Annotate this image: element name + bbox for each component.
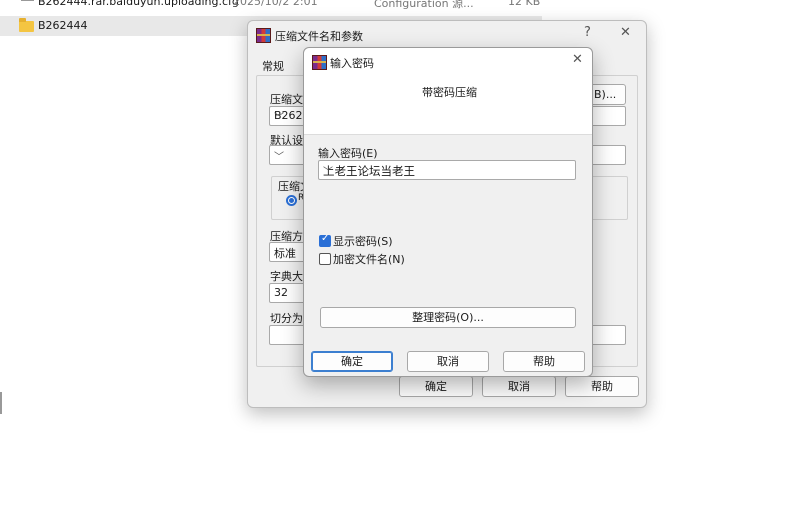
dict-value: 32 [274,286,288,299]
password-help-button[interactable]: 帮助 [503,351,585,372]
enter-password-label: 输入密码(E) [318,147,378,160]
password-dialog-titlebar[interactable]: 输入密码 ✕ [304,48,592,76]
file-size: 12 KB [508,0,541,8]
password-heading: 带密码压缩 [422,86,477,99]
chevron-down-icon[interactable]: ﹀ [323,163,571,178]
password-dialog: 输入密码 ✕ 带密码压缩 输入密码(E) 上老王论坛当老王 ﹀ 显示密码(S) … [303,47,593,377]
window-edge [0,392,2,414]
password-group: 输入密码(E) 上老王论坛当老王 ﹀ 显示密码(S) 加密文件名(N) 整理密码… [312,134,582,354]
file-icon [21,0,34,1]
password-dialog-title: 输入密码 [330,57,374,70]
tab-general[interactable]: 常规 [262,58,284,74]
split-label: 切分为 [270,312,303,325]
folder-name: B262444 [38,19,88,32]
archive-name-label: 压缩文 [270,93,303,106]
show-password-checkbox[interactable] [319,233,331,247]
password-input[interactable]: 上老王论坛当老王 ﹀ [318,160,576,180]
help-icon[interactable]: ? [584,25,591,40]
close-icon[interactable]: ✕ [620,25,631,40]
organize-passwords-button[interactable]: 整理密码(O)... [320,307,576,328]
archive-cancel-button[interactable]: 取消 [482,376,556,397]
archive-dialog-title: 压缩文件名和参数 [275,30,363,43]
format-radio-rar[interactable] [286,195,297,206]
method-value: 标准 [274,247,296,260]
winrar-icon [256,28,271,43]
file-date: 2025/10/2 2:01 [233,0,318,8]
file-type: Configuration 源... [374,0,474,10]
archive-dialog-titlebar[interactable]: 压缩文件名和参数 ? ✕ [248,21,646,49]
folder-icon [19,18,34,32]
file-row-cfg[interactable]: B262444.rar.baiduyun.uploading.cfg 2025/… [0,0,800,12]
password-dialog-header: 带密码压缩 [304,76,592,135]
dict-label: 字典大 [270,270,303,283]
encrypt-names-label[interactable]: 加密文件名(N) [333,251,405,267]
encrypt-names-checkbox[interactable] [319,253,331,265]
close-icon[interactable]: ✕ [572,52,583,67]
archive-ok-button[interactable]: 确定 [399,376,473,397]
password-ok-button[interactable]: 确定 [311,351,393,372]
show-password-label[interactable]: 显示密码(S) [333,233,393,249]
password-cancel-button[interactable]: 取消 [407,351,489,372]
file-name: B262444.rar.baiduyun.uploading.cfg [38,0,239,8]
archive-help-button[interactable]: 帮助 [565,376,639,397]
winrar-icon [312,55,327,70]
